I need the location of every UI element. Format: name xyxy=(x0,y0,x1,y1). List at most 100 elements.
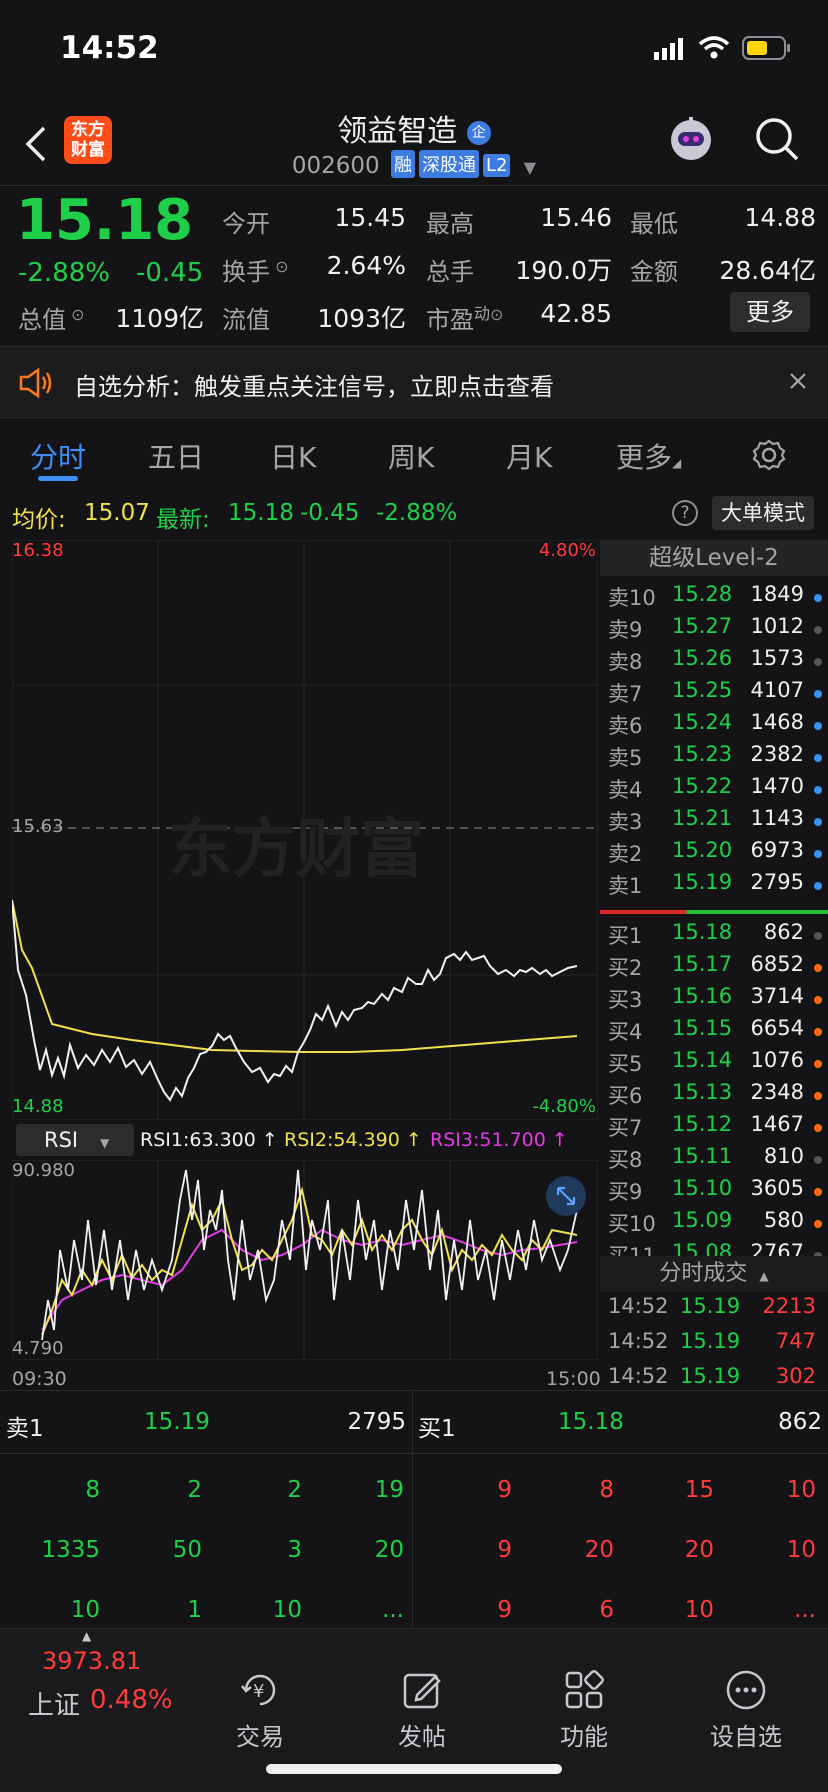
ask-row[interactable]: 卖10 15.28 1849 xyxy=(600,582,828,614)
queue-order-size: 6 xyxy=(599,1597,614,1623)
tab-daily-k[interactable]: 日K xyxy=(270,436,316,476)
tab-intraday[interactable]: 分时 xyxy=(30,436,86,476)
ask-label: 卖10 xyxy=(608,586,656,610)
bid-vol: 3605 xyxy=(750,1176,804,1200)
float-value: 1093亿 xyxy=(317,304,406,333)
queue-buy-price: 15.18 xyxy=(558,1409,624,1435)
ask-vol: 1849 xyxy=(750,582,804,606)
info-icon: ⊙ xyxy=(66,305,85,324)
margin-tag: 融 xyxy=(391,150,415,178)
amount-label: 金额 xyxy=(630,258,678,286)
bid-label: 买5 xyxy=(608,1052,643,1076)
bid-row[interactable]: 买10 15.09 580 xyxy=(600,1208,828,1240)
turnover-value: 2.64% xyxy=(326,251,406,280)
bid-row[interactable]: 买3 15.16 3714 xyxy=(600,984,828,1016)
level2-title[interactable]: 超级Level-2 xyxy=(600,540,828,576)
trade-row: 14:52 15.19 747 xyxy=(600,1329,828,1361)
status-dot-icon xyxy=(814,722,822,730)
tab-monthly-k[interactable]: 月K xyxy=(506,436,552,476)
tab-more[interactable]: 更多◢ xyxy=(616,436,681,476)
time-start: 09:30 xyxy=(12,1368,67,1390)
speaker-icon xyxy=(18,367,54,403)
stock-header: 东方 财富 领益智造 企 002600 融深股通 L2 ▼ xyxy=(0,96,828,186)
nav-trade[interactable]: ¥ 交易 xyxy=(200,1669,320,1752)
caret-up-icon: ▲ xyxy=(82,1629,92,1643)
ask-row[interactable]: 卖9 15.27 1012 xyxy=(600,614,828,646)
index-name: 上证 xyxy=(28,1691,81,1721)
ask-row[interactable]: 卖3 15.21 1143 xyxy=(600,806,828,838)
bid-row[interactable]: 买5 15.14 1076 xyxy=(600,1048,828,1080)
bid-vol: 1076 xyxy=(750,1048,804,1072)
avg-value: 15.07 xyxy=(84,500,150,526)
close-icon[interactable] xyxy=(788,371,808,395)
ask-row[interactable]: 卖2 15.20 6973 xyxy=(600,838,828,870)
bid-row[interactable]: 买7 15.12 1467 xyxy=(600,1112,828,1144)
bid-vol: 3714 xyxy=(750,984,804,1008)
ask-list: 卖10 15.28 1849 卖9 15.27 1012 卖8 15.26 1573 卖7 15.2… xyxy=(600,582,828,902)
robot-assistant-icon[interactable] xyxy=(666,114,716,168)
queue-order-size: 8 xyxy=(85,1477,100,1503)
bid-row[interactable]: 买6 15.13 2348 xyxy=(600,1080,828,1112)
rsi-chart[interactable]: 90.980 4.790 xyxy=(12,1160,598,1360)
big-order-mode-button[interactable]: 大单模式 xyxy=(712,496,814,530)
ask-price: 15.20 xyxy=(672,838,733,862)
pct-axis-top: 4.80% xyxy=(538,540,596,561)
alert-banner[interactable]: 自选分析：触发重点关注信号，立即点击查看 xyxy=(0,346,828,418)
queue-order-size: 19 xyxy=(374,1477,404,1503)
caret-up-icon: ▲ xyxy=(759,1269,769,1283)
home-indicator[interactable] xyxy=(266,1764,562,1774)
status-dot-icon xyxy=(814,690,822,698)
nav-post[interactable]: 发帖 xyxy=(362,1669,482,1752)
bid-vol: 2348 xyxy=(750,1080,804,1104)
index-ticker[interactable]: ▲ 3973.81 上证 0.48% xyxy=(20,1629,180,1749)
y-axis-bottom: 14.88 xyxy=(12,1096,64,1117)
rsi3-value: RSI3:51.700 ↑ xyxy=(430,1129,568,1151)
status-dot-icon xyxy=(814,1156,822,1164)
more-button[interactable]: 更多 xyxy=(730,292,810,332)
status-dot-icon xyxy=(814,932,822,940)
volume-value: 190.0万 xyxy=(515,256,612,285)
bid-price: 15.16 xyxy=(672,984,733,1008)
ask-label: 卖1 xyxy=(608,874,643,898)
ask-vol: 1012 xyxy=(750,614,804,638)
expand-icon[interactable] xyxy=(546,1176,586,1216)
ask-vol: 6973 xyxy=(750,838,804,862)
ask-row[interactable]: 卖1 15.19 2795 xyxy=(600,870,828,902)
bid-vol: 580 xyxy=(763,1208,804,1232)
y-axis-top: 16.38 xyxy=(12,540,64,561)
intraday-chart[interactable]: 东方财富 16.38 15.63 14.88 4.80% -4.80% xyxy=(12,540,598,1120)
order-book: 超级Level-2 卖10 15.28 1849 卖9 15.27 1012 卖8 15.26… xyxy=(600,540,828,1390)
period-tabs: 分时 五日 日K 周K 月K 更多◢ xyxy=(0,420,828,500)
bid-row[interactable]: 买8 15.11 810 xyxy=(600,1144,828,1176)
status-bar: 14:52 xyxy=(0,0,828,96)
ask-row[interactable]: 卖7 15.25 4107 xyxy=(600,678,828,710)
bid-row[interactable]: 买9 15.10 3605 xyxy=(600,1176,828,1208)
status-dot-icon xyxy=(814,1188,822,1196)
bid-price: 15.14 xyxy=(672,1048,733,1072)
last-price: 15.18 xyxy=(16,188,194,253)
ask-row[interactable]: 卖4 15.22 1470 xyxy=(600,774,828,806)
nav-add-watchlist[interactable]: 设自选 xyxy=(686,1669,806,1752)
search-icon[interactable] xyxy=(754,116,800,166)
help-icon[interactable]: ? xyxy=(672,500,698,526)
ask-label: 卖9 xyxy=(608,618,643,642)
bid-label: 买7 xyxy=(608,1116,643,1140)
queue-order-size: 10 xyxy=(272,1597,302,1623)
bid-row[interactable]: 买2 15.17 6852 xyxy=(600,952,828,984)
tab-five-day[interactable]: 五日 xyxy=(148,436,204,476)
tab-weekly-k[interactable]: 周K xyxy=(388,436,434,476)
index-value: 3973.81 xyxy=(42,1647,142,1675)
ask-row[interactable]: 卖8 15.26 1573 xyxy=(600,646,828,678)
ask-row[interactable]: 卖6 15.24 1468 xyxy=(600,710,828,742)
settings-gear-icon[interactable] xyxy=(752,438,786,476)
trade-price: 15.19 xyxy=(680,1329,741,1353)
trades-title[interactable]: 分时成交 ▲ xyxy=(600,1256,828,1292)
rsi-selector[interactable]: RSI ▼ xyxy=(16,1124,134,1156)
nav-functions[interactable]: 功能 xyxy=(524,1669,644,1752)
bid-row[interactable]: 买1 15.18 862 xyxy=(600,920,828,952)
status-dot-icon xyxy=(814,996,822,1004)
stock-code: 002600 xyxy=(291,153,380,179)
bid-row[interactable]: 买4 15.15 6654 xyxy=(600,1016,828,1048)
ask-row[interactable]: 卖5 15.23 2382 xyxy=(600,742,828,774)
trade-time: 14:52 xyxy=(608,1294,669,1318)
